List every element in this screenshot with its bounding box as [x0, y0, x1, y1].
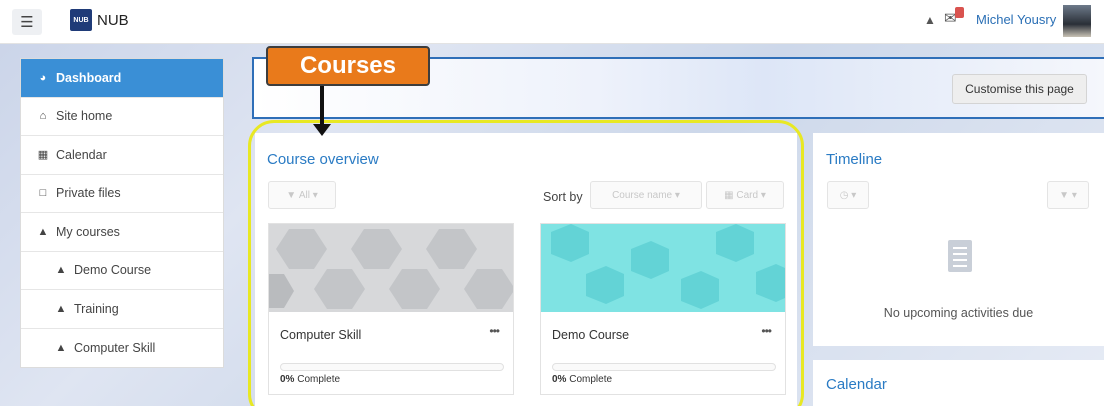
nav-item-demo-course[interactable]: ▲ Demo Course	[21, 252, 223, 290]
home-icon: ⌂	[39, 110, 47, 123]
timeline-empty-message: No upcoming activities due	[883, 306, 1034, 320]
message-badge	[955, 7, 964, 18]
courses-callout-annotation: Courses	[266, 46, 430, 86]
filter-label: All	[298, 189, 310, 201]
sort-dropdown[interactable]: Course name ▾	[590, 181, 702, 209]
menu-icon: ☰	[20, 14, 34, 31]
nav-drawer: ◕ Dashboard ⌂ Site home ▦ Calendar □ Pri…	[20, 58, 224, 368]
nav-item-label: Dashboard	[56, 70, 122, 85]
nav-item-dashboard[interactable]: ◕ Dashboard	[21, 59, 223, 98]
nav-item-computer-skill[interactable]: ▲ Computer Skill	[21, 329, 223, 368]
progress-bar	[280, 363, 504, 371]
menu-toggle-button[interactable]: ☰	[12, 9, 42, 35]
graduation-cap-icon: ▲	[37, 225, 49, 238]
progress-text: 0% Complete	[280, 374, 341, 385]
sort-by-label: Sort by	[543, 190, 583, 204]
course-card[interactable]: Demo Course ••• 0% Complete	[540, 223, 786, 395]
nav-item-label: Computer Skill	[74, 340, 156, 355]
view-dropdown[interactable]: ▦ Card ▾	[706, 181, 784, 209]
nav-item-my-courses[interactable]: ▲ My courses	[21, 213, 223, 252]
course-card-name[interactable]: Demo Course	[552, 328, 629, 342]
nav-item-label: Demo Course	[74, 263, 152, 278]
timeline-sort-dropdown[interactable]: ▼ ▾	[1047, 181, 1089, 209]
hexagon-pattern	[269, 224, 513, 312]
nav-item-label: Private files	[56, 186, 121, 201]
course-card-image[interactable]	[541, 224, 785, 312]
chevron-down-icon: ▾	[310, 189, 318, 201]
calendar-title: Calendar	[826, 376, 887, 393]
graduation-cap-icon: ▲	[55, 264, 67, 277]
progress-text: 0% Complete	[552, 374, 613, 385]
graduation-cap-icon: ▲	[55, 302, 67, 315]
chevron-down-icon: ▾	[1069, 189, 1077, 201]
top-navbar: ☰ NUB NUB ▲ ✉ Michel Yousry	[0, 0, 1104, 44]
nav-item-training[interactable]: ▲ Training	[21, 290, 223, 329]
avatar[interactable]	[1063, 5, 1091, 37]
graduation-cap-icon: ▲	[55, 341, 67, 354]
chevron-down-icon: ▾	[672, 189, 680, 201]
chevron-down-icon: ▾	[848, 189, 857, 201]
nav-item-label: Training	[74, 301, 119, 316]
site-brand-name[interactable]: NUB	[97, 12, 129, 29]
site-logo[interactable]: NUB	[70, 9, 92, 31]
filter-icon: ▼	[1059, 189, 1070, 201]
grid-icon: ▦	[724, 189, 737, 201]
empty-list-icon	[948, 240, 972, 272]
course-overview-title: Course overview	[267, 151, 379, 168]
course-card-image[interactable]	[269, 224, 513, 312]
more-options-icon[interactable]: •••	[761, 324, 772, 338]
customise-page-button[interactable]: Customise this page	[952, 74, 1087, 104]
progress-bar	[552, 363, 776, 371]
dashboard-icon: ◕	[39, 71, 47, 84]
sort-value: Course name	[612, 189, 673, 201]
nav-item-label: Site home	[56, 109, 113, 124]
hexagon-pattern	[541, 224, 785, 312]
view-value: Card	[736, 189, 759, 201]
more-options-icon[interactable]: •••	[489, 324, 500, 338]
user-menu-name[interactable]: Michel Yousry	[976, 12, 1056, 27]
nav-item-site-home[interactable]: ⌂ Site home	[21, 98, 223, 136]
chevron-down-icon: ▾	[758, 189, 766, 201]
course-card[interactable]: Computer Skill ••• 0% Complete	[268, 223, 514, 395]
timeline-title: Timeline	[826, 151, 883, 168]
nav-item-calendar[interactable]: ▦ Calendar	[21, 136, 223, 175]
clock-icon: ◷	[839, 189, 849, 201]
filter-dropdown[interactable]: ▼ All ▾	[268, 181, 336, 209]
calendar-icon: ▦	[37, 149, 49, 162]
nav-item-label: Calendar	[56, 147, 107, 162]
file-icon: □	[39, 187, 47, 200]
arrow-down-icon	[313, 124, 331, 136]
bell-icon[interactable]: ▲	[924, 13, 936, 27]
filter-icon: ▼	[286, 189, 299, 201]
nav-item-private-files[interactable]: □ Private files	[21, 175, 223, 213]
nav-item-label: My courses	[56, 224, 120, 239]
timeline-day-filter-dropdown[interactable]: ◷ ▾	[827, 181, 869, 209]
course-card-name[interactable]: Computer Skill	[280, 328, 361, 342]
callout-arrow-line	[320, 86, 324, 126]
